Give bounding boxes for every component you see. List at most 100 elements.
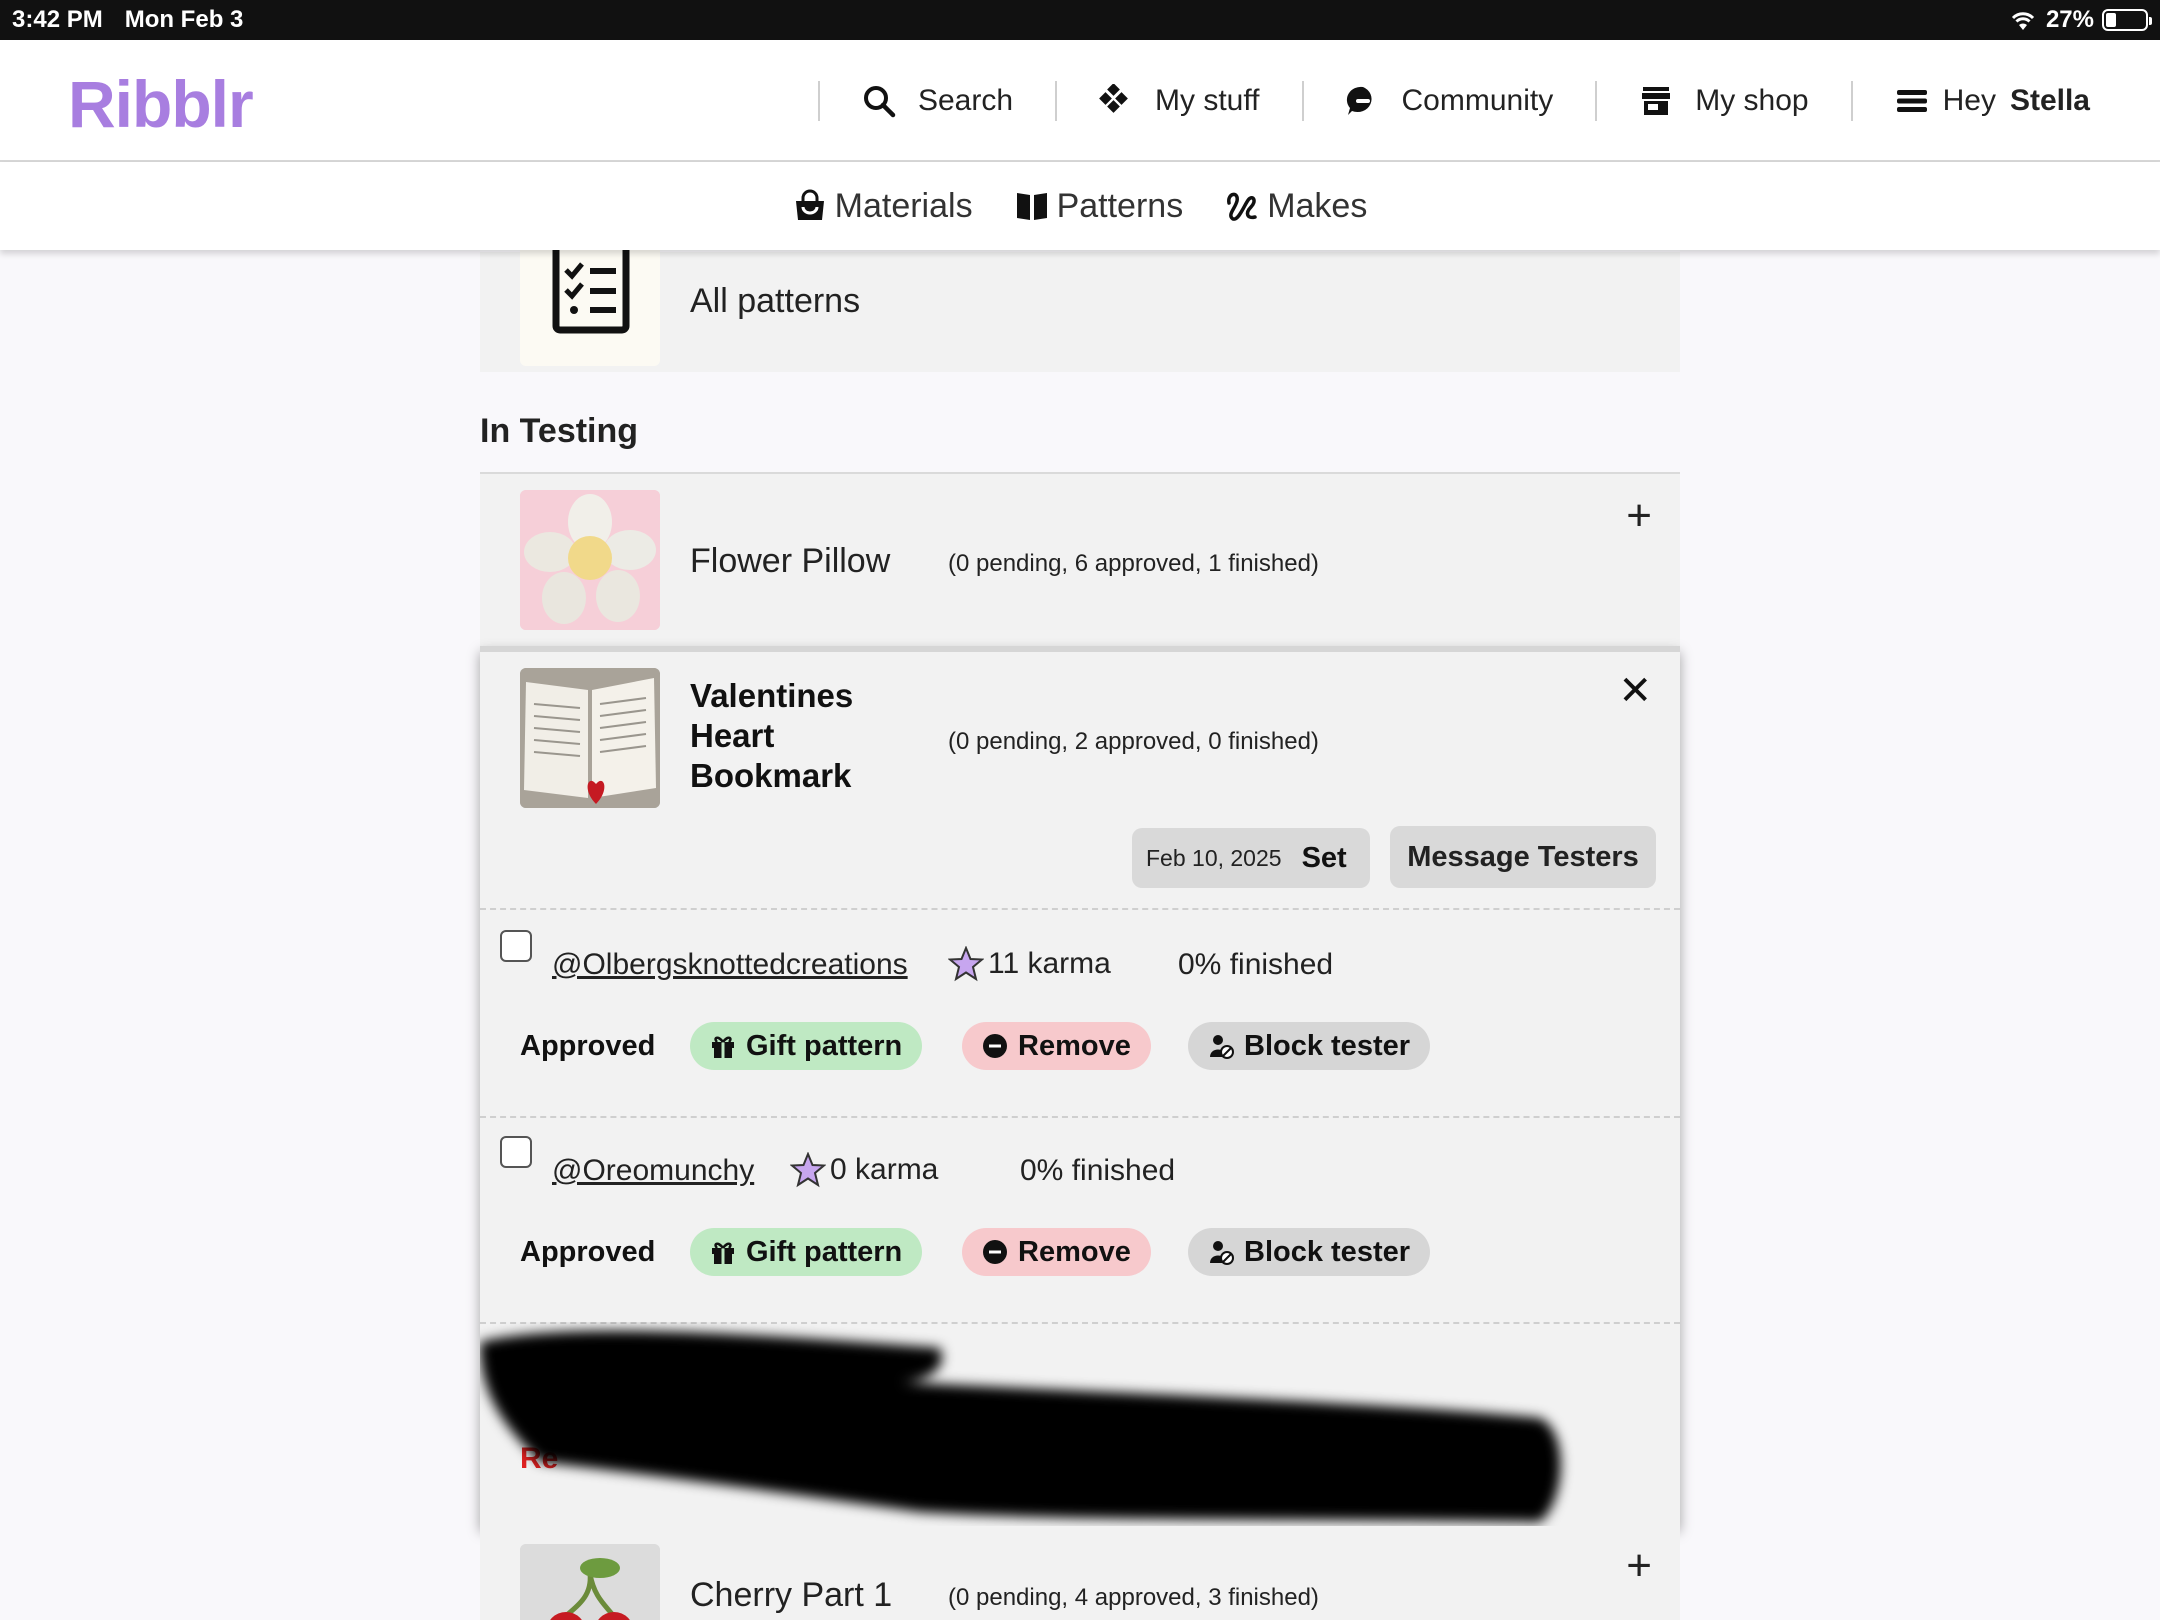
pattern-row-valentines-expanded: Valentines Heart Bookmark (0 pending, 2 …: [480, 646, 1680, 1526]
gift-pattern-label: Gift pattern: [746, 1029, 903, 1062]
checklist-icon: [552, 242, 630, 334]
nav-my-stuff-label: My stuff: [1155, 84, 1260, 117]
search-icon: [863, 86, 896, 118]
valentines-title-line2: Heart: [690, 717, 775, 754]
cherry-thumbnail: [520, 1544, 660, 1620]
valentines-title-line1: Valentines: [690, 677, 854, 714]
block-user-icon: [1210, 1241, 1234, 1265]
cherry-image: [520, 1544, 660, 1620]
subnav-makes-label: Makes: [1267, 186, 1368, 225]
in-testing-heading: In Testing: [480, 412, 639, 450]
flower-image: [520, 490, 660, 630]
nav-user-name: Stella: [2009, 84, 2090, 117]
nav-my-shop[interactable]: My shop: [1597, 84, 1850, 118]
expand-plus-icon[interactable]: +: [1626, 494, 1652, 538]
status-date: Mon Feb 3: [124, 6, 244, 33]
block-tester-button[interactable]: Block tester: [1188, 1022, 1431, 1070]
tester-checkbox[interactable]: [500, 930, 532, 962]
tester-status: Approved: [520, 1030, 656, 1062]
gift-pattern-button[interactable]: Gift pattern: [690, 1228, 923, 1276]
message-testers-button[interactable]: Message Testers: [1390, 826, 1656, 888]
gift-pattern-button[interactable]: Gift pattern: [690, 1022, 923, 1070]
sub-nav: Materials Patterns Makes: [0, 162, 2160, 250]
block-tester-label: Block tester: [1244, 1029, 1411, 1062]
cherry-title: Cherry Part 1: [690, 1576, 893, 1614]
tester-karma: 0 karma: [790, 1152, 938, 1188]
status-bar: 3:42 PM Mon Feb 3 27%: [0, 0, 2160, 40]
nav-my-shop-label: My shop: [1695, 84, 1809, 117]
ribblr-logo[interactable]: Ribblr: [68, 66, 254, 142]
subnav-patterns[interactable]: Patterns: [1015, 187, 1183, 226]
subnav-materials[interactable]: Materials: [793, 187, 973, 226]
set-deadline-button[interactable]: Set: [1302, 842, 1347, 875]
shopping-bag-icon: [795, 189, 824, 220]
pattern-row-cherry-part-1[interactable]: Cherry Part 1 (0 pending, 4 approved, 3 …: [480, 1526, 1680, 1620]
pattern-row-flower-pillow[interactable]: Flower Pillow (0 pending, 6 approved, 1 …: [480, 472, 1680, 650]
tester-karma-label: 0 karma: [830, 1153, 939, 1186]
nav-user-menu[interactable]: Hey Stella: [1853, 84, 2090, 118]
diamond-grid-icon: [1099, 84, 1128, 113]
redacted-tester-row: Re: [480, 1322, 1700, 1552]
nav-community-label: Community: [1401, 84, 1554, 117]
block-user-icon: [1210, 1035, 1234, 1059]
gift-icon: [712, 1036, 734, 1058]
battery-percent: 27%: [2045, 6, 2094, 33]
nav-search-label: Search: [917, 84, 1014, 117]
flower-pillow-counts: (0 pending, 6 approved, 1 finished): [948, 550, 1319, 577]
tester-handle-link[interactable]: @Oreomunchy: [552, 1154, 754, 1188]
expand-plus-icon[interactable]: +: [1626, 1544, 1652, 1588]
cherry-counts: (0 pending, 4 approved, 3 finished): [948, 1584, 1319, 1611]
remove-button[interactable]: Remove: [962, 1228, 1151, 1276]
checklist-thumbnail: [520, 242, 660, 366]
nav-links: Search My stuff Community My shop Hey St…: [817, 40, 2090, 162]
block-tester-label: Block tester: [1244, 1235, 1411, 1268]
valentines-counts: (0 pending, 2 approved, 0 finished): [948, 728, 1319, 755]
subnav-materials-label: Materials: [834, 186, 973, 225]
book-icon: [1016, 193, 1047, 220]
remove-label: Remove: [1018, 1029, 1131, 1062]
gift-icon: [712, 1242, 734, 1264]
tester-row: @Olbergsknottedcreations 11 karma 0% fin…: [480, 910, 1680, 1116]
valentines-bookmark-thumbnail: [520, 668, 660, 808]
block-tester-button[interactable]: Block tester: [1188, 1228, 1431, 1276]
nav-my-stuff[interactable]: My stuff: [1057, 84, 1301, 118]
tester-handle-link[interactable]: @Olbergsknottedcreations: [552, 948, 908, 982]
tester-row: @Oreomunchy 0 karma 0% finished Approved…: [480, 1116, 1680, 1322]
status-right: 27%: [2008, 6, 2152, 34]
yarn-squiggle-icon: [1227, 192, 1257, 221]
redaction-scribble: [480, 1330, 1561, 1522]
minus-circle-icon: [983, 1240, 1007, 1264]
flower-pillow-thumbnail: [520, 490, 660, 630]
deadline-date[interactable]: Feb 10, 2025: [1146, 845, 1282, 872]
chat-bubble-icon: [1346, 86, 1372, 115]
shop-icon: [1642, 87, 1671, 115]
tester-finished: 0% finished: [1178, 948, 1334, 981]
tester-status: Approved: [520, 1236, 656, 1268]
nav-greeting: Hey: [1942, 84, 1996, 117]
tester-karma: 11 karma: [948, 946, 1111, 982]
all-patterns-title: All patterns: [690, 282, 861, 320]
flower-pillow-title: Flower Pillow: [690, 542, 891, 580]
tester-checkbox[interactable]: [500, 1136, 532, 1168]
book-image: [520, 668, 660, 808]
battery-icon: [2102, 9, 2152, 31]
minus-circle-icon: [983, 1034, 1007, 1058]
close-icon[interactable]: ✕: [1618, 668, 1652, 714]
valentines-title-line3: Bookmark: [690, 757, 852, 794]
star-icon: [790, 1152, 826, 1188]
wifi-icon: [2011, 12, 2035, 30]
gift-pattern-label: Gift pattern: [746, 1235, 903, 1268]
all-patterns-card[interactable]: All patterns: [480, 242, 1680, 372]
tester-karma-label: 11 karma: [988, 947, 1111, 980]
top-nav: Ribblr Search My stuff Community My shop…: [0, 40, 2160, 162]
status-time: 3:42 PM: [12, 6, 103, 33]
star-icon: [948, 946, 984, 982]
nav-search[interactable]: Search: [820, 84, 1055, 118]
tester-finished: 0% finished: [1020, 1154, 1176, 1187]
nav-community[interactable]: Community: [1304, 84, 1596, 118]
valentines-title: Valentines Heart Bookmark: [690, 676, 890, 796]
remove-label: Remove: [1018, 1235, 1131, 1268]
remove-button[interactable]: Remove: [962, 1022, 1151, 1070]
subnav-makes[interactable]: Makes: [1225, 187, 1367, 226]
deadline-field[interactable]: Feb 10, 2025 Set: [1132, 828, 1370, 888]
